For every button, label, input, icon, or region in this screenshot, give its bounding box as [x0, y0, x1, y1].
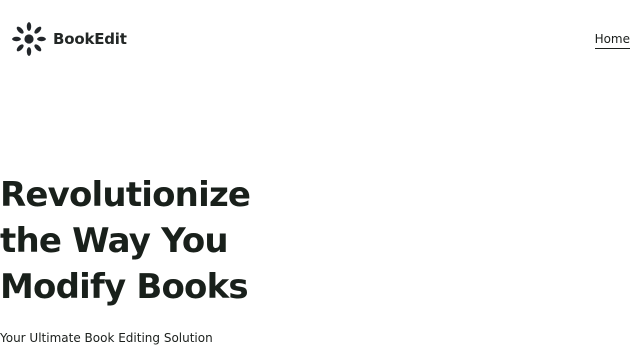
main-nav: Home: [594, 30, 630, 49]
nav-home-link[interactable]: Home: [594, 32, 630, 49]
hero-subtitle: Your Ultimate Book Editing Solution: [0, 331, 213, 345]
brand-home-link[interactable]: BookEdit: [10, 20, 127, 58]
hero-content: Revolutionize the Way You Modify Books: [0, 172, 300, 310]
site-header: BookEdit Home: [0, 0, 640, 80]
brand-name: BookEdit: [53, 30, 127, 48]
hero-title: Revolutionize the Way You Modify Books: [0, 172, 300, 310]
hero-title-line: Revolutionize: [0, 175, 251, 215]
hero-title-line: Modify Books: [0, 267, 249, 307]
sunburst-logo-icon: [12, 22, 46, 56]
hero-title-line: the Way You: [0, 221, 229, 261]
